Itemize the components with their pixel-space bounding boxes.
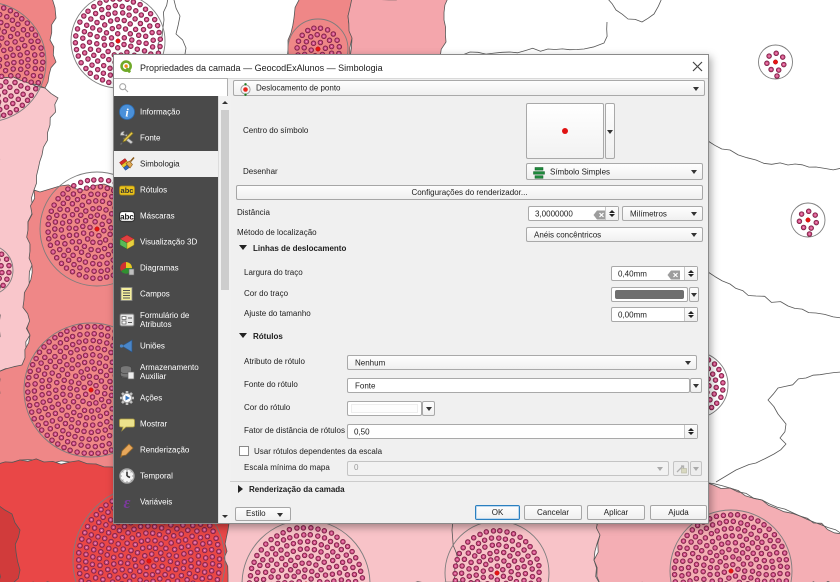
svg-text:abc: abc xyxy=(120,212,134,221)
svg-text:abc: abc xyxy=(121,186,134,195)
svg-text:ε: ε xyxy=(124,494,131,510)
